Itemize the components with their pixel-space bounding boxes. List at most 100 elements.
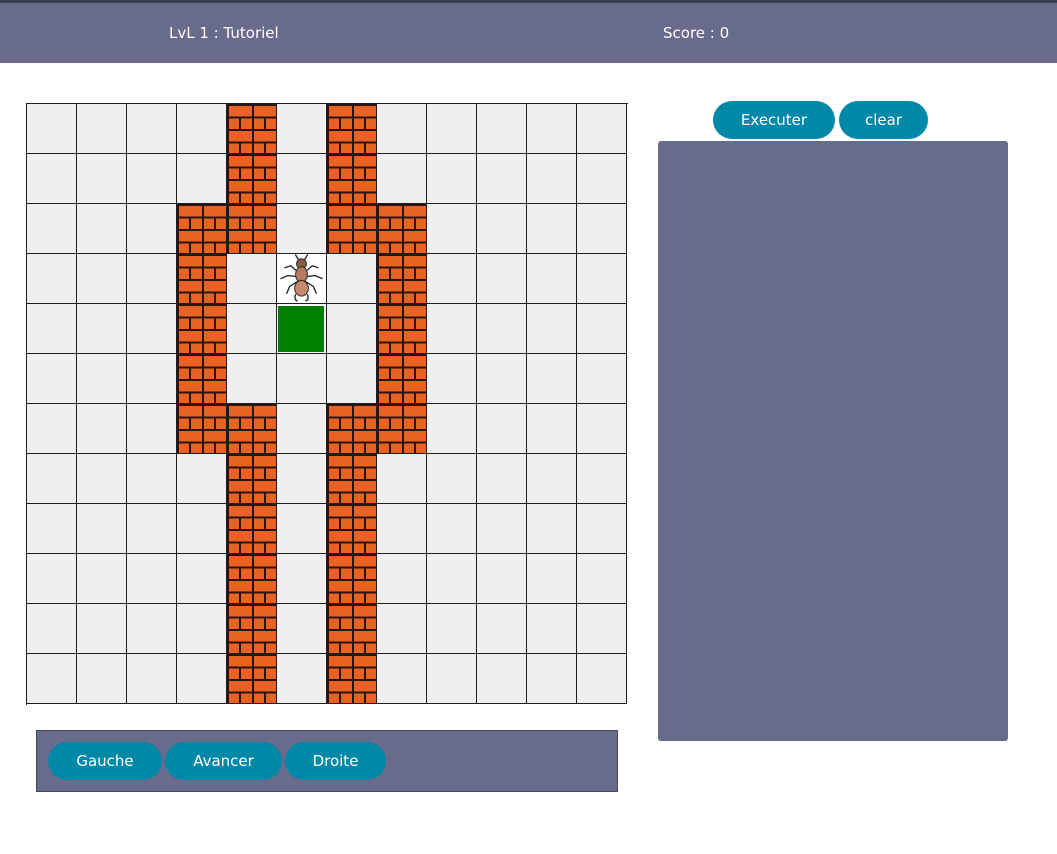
floor-cell bbox=[127, 104, 177, 154]
floor-cell bbox=[477, 154, 527, 204]
floor-cell bbox=[577, 154, 627, 204]
floor-cell bbox=[577, 604, 627, 654]
game-board bbox=[26, 103, 628, 705]
floor-cell bbox=[177, 554, 227, 604]
floor-cell bbox=[477, 604, 527, 654]
program-panel[interactable] bbox=[658, 141, 1008, 741]
floor-cell bbox=[27, 154, 77, 204]
floor-cell bbox=[577, 354, 627, 404]
wall-cell bbox=[377, 254, 427, 304]
wall-cell bbox=[327, 504, 377, 554]
wall-cell bbox=[227, 204, 277, 254]
floor-cell bbox=[127, 404, 177, 454]
floor-cell bbox=[127, 504, 177, 554]
wall-cell bbox=[377, 204, 427, 254]
floor-cell bbox=[127, 204, 177, 254]
floor-cell bbox=[577, 254, 627, 304]
wall-cell bbox=[327, 554, 377, 604]
floor-cell bbox=[27, 454, 77, 504]
floor-cell bbox=[177, 154, 227, 204]
floor-cell bbox=[477, 504, 527, 554]
wall-cell bbox=[327, 654, 377, 704]
floor-cell bbox=[27, 254, 77, 304]
floor-cell bbox=[277, 604, 327, 654]
floor-cell bbox=[127, 604, 177, 654]
wall-cell bbox=[377, 304, 427, 354]
floor-cell bbox=[177, 654, 227, 704]
wall-cell bbox=[327, 604, 377, 654]
floor-cell bbox=[27, 604, 77, 654]
floor-cell bbox=[227, 254, 277, 304]
floor-cell bbox=[477, 304, 527, 354]
floor-cell bbox=[427, 154, 477, 204]
wall-cell bbox=[227, 104, 277, 154]
floor-cell bbox=[127, 354, 177, 404]
floor-cell bbox=[77, 104, 127, 154]
floor-cell bbox=[77, 654, 127, 704]
wall-cell bbox=[177, 354, 227, 404]
move-forward-button[interactable]: Avancer bbox=[165, 742, 282, 780]
wall-cell bbox=[377, 354, 427, 404]
floor-cell bbox=[577, 304, 627, 354]
floor-cell bbox=[527, 604, 577, 654]
floor-cell bbox=[377, 604, 427, 654]
floor-cell bbox=[527, 554, 577, 604]
floor-cell bbox=[77, 404, 127, 454]
floor-cell bbox=[277, 654, 327, 704]
wall-cell bbox=[177, 304, 227, 354]
floor-cell bbox=[527, 254, 577, 304]
floor-cell bbox=[327, 354, 377, 404]
floor-cell bbox=[427, 304, 477, 354]
floor-cell bbox=[77, 254, 127, 304]
floor-cell bbox=[527, 454, 577, 504]
floor-cell bbox=[277, 404, 327, 454]
floor-cell bbox=[427, 554, 477, 604]
floor-cell bbox=[77, 554, 127, 604]
wall-cell bbox=[327, 154, 377, 204]
goal-cell bbox=[277, 304, 327, 354]
clear-button[interactable]: clear bbox=[839, 101, 928, 139]
turn-right-button[interactable]: Droite bbox=[285, 742, 386, 780]
ant-icon bbox=[280, 254, 323, 302]
floor-cell bbox=[27, 504, 77, 554]
floor-cell bbox=[27, 204, 77, 254]
floor-cell bbox=[477, 354, 527, 404]
wall-cell bbox=[327, 454, 377, 504]
floor-cell bbox=[77, 504, 127, 554]
floor-cell bbox=[277, 554, 327, 604]
floor-cell bbox=[477, 554, 527, 604]
wall-cell bbox=[227, 654, 277, 704]
floor-cell bbox=[127, 454, 177, 504]
floor-cell bbox=[277, 504, 327, 554]
floor-cell bbox=[427, 504, 477, 554]
floor-cell bbox=[127, 304, 177, 354]
movement-controls: Gauche Avancer Droite bbox=[36, 730, 618, 792]
turn-left-button[interactable]: Gauche bbox=[48, 742, 162, 780]
floor-cell bbox=[427, 454, 477, 504]
floor-cell bbox=[177, 604, 227, 654]
floor-cell bbox=[427, 354, 477, 404]
floor-cell bbox=[577, 504, 627, 554]
execute-button[interactable]: Executer bbox=[713, 101, 835, 139]
floor-cell bbox=[177, 504, 227, 554]
floor-cell bbox=[77, 204, 127, 254]
floor-cell bbox=[427, 204, 477, 254]
floor-cell bbox=[477, 654, 527, 704]
score-display: Score : 0 bbox=[663, 24, 730, 42]
floor-cell bbox=[377, 104, 427, 154]
wall-cell bbox=[327, 104, 377, 154]
wall-cell bbox=[327, 404, 377, 454]
floor-cell bbox=[527, 154, 577, 204]
wall-cell bbox=[227, 504, 277, 554]
level-title: LvL 1 : Tutoriel bbox=[169, 24, 279, 42]
floor-cell bbox=[277, 104, 327, 154]
wall-cell bbox=[177, 254, 227, 304]
floor-cell bbox=[277, 154, 327, 204]
wall-cell bbox=[227, 404, 277, 454]
floor-cell bbox=[527, 204, 577, 254]
floor-cell bbox=[477, 454, 527, 504]
floor-cell bbox=[27, 404, 77, 454]
floor-cell bbox=[377, 504, 427, 554]
floor-cell bbox=[477, 404, 527, 454]
floor-cell bbox=[527, 504, 577, 554]
